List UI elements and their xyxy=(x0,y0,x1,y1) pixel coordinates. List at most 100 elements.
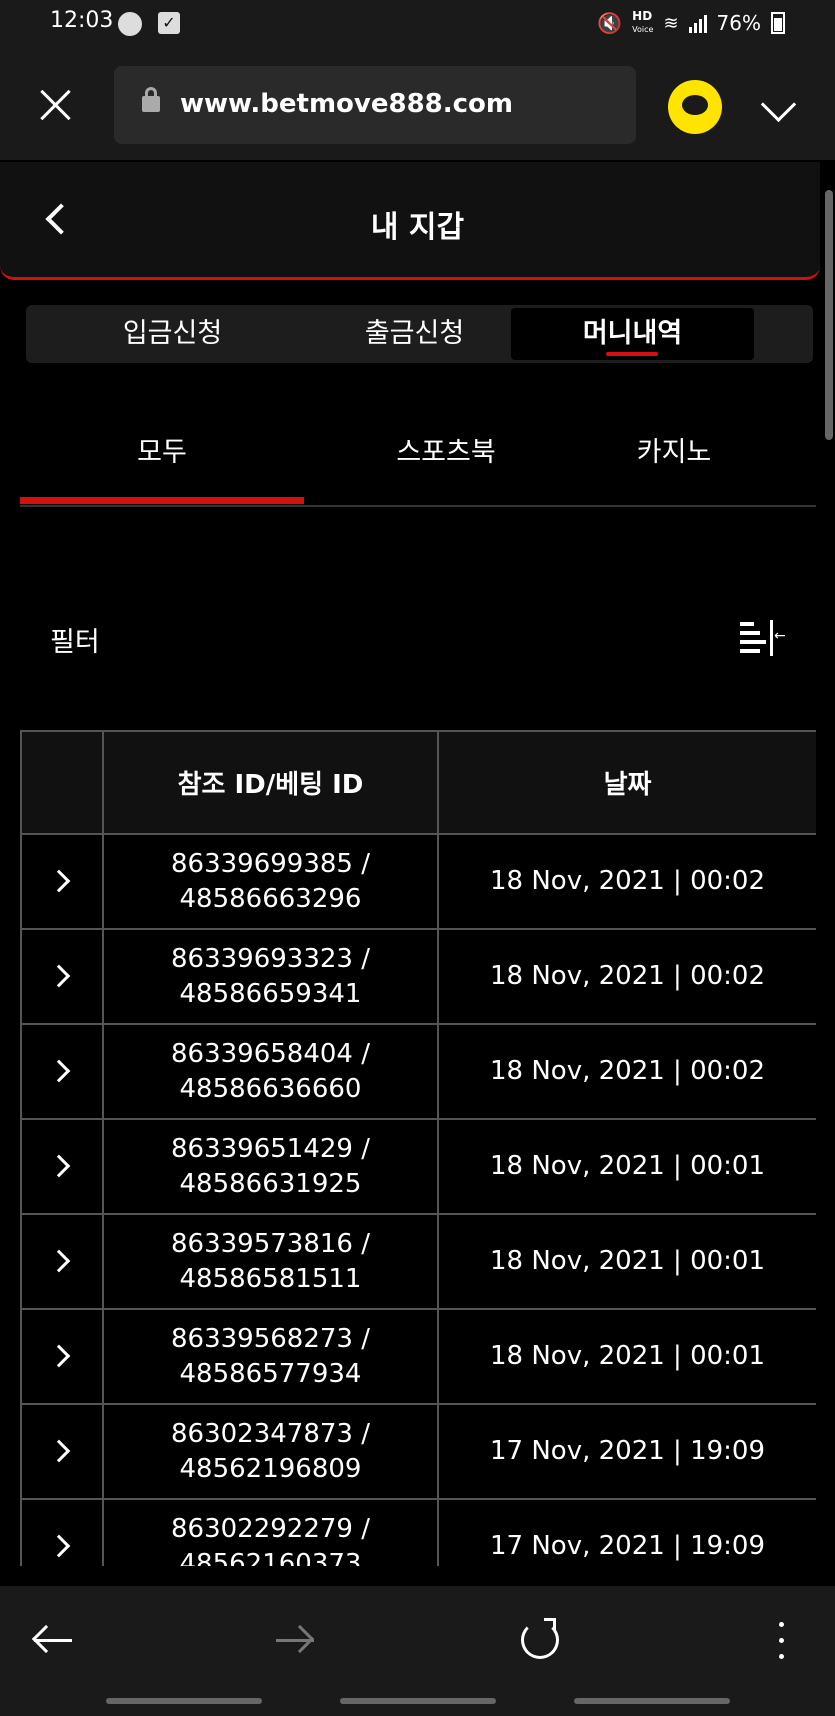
voice-label: Voice xyxy=(632,25,654,34)
page-title: 내 지갑 xyxy=(370,210,465,245)
chevron-right-icon[interactable] xyxy=(47,869,71,893)
page-header: 내 지갑 xyxy=(0,162,820,280)
row-expand[interactable] xyxy=(20,1213,104,1310)
bet-id: 48586631925 xyxy=(179,1168,362,1199)
subtab-active-indicator xyxy=(20,497,304,504)
row-expand[interactable] xyxy=(20,1403,104,1500)
gesture-bar-center xyxy=(340,1698,496,1704)
table-header-row: 참조 ID/베팅 ID 날짜 xyxy=(20,730,816,835)
url-text: www.betmove888.com xyxy=(180,89,513,119)
wifi-icon: ≋ xyxy=(663,12,679,34)
row-date: 17 Nov, 2021 | 19:09 xyxy=(437,1498,816,1566)
ref-id: 86339658404 / xyxy=(171,1038,370,1069)
reload-icon[interactable] xyxy=(516,1616,566,1666)
header-date: 날짜 xyxy=(437,730,816,835)
battery-percent: 76% xyxy=(716,11,761,35)
row-ids: 86302347873 / 48562196809 xyxy=(102,1403,439,1500)
row-expand[interactable] xyxy=(20,1498,104,1566)
status-icons: 🔇 HD Voice ≋ 76% xyxy=(597,10,785,36)
row-date: 18 Nov, 2021 | 00:01 xyxy=(437,1118,816,1215)
signal-icon xyxy=(688,13,707,33)
ref-id: 86339573816 / xyxy=(171,1228,370,1259)
history-table: 참조 ID/베팅 ID 날짜 86339699385 / 48586663296 … xyxy=(20,730,816,1566)
row-expand[interactable] xyxy=(20,1308,104,1405)
subtab-casino[interactable]: 카지노 xyxy=(532,430,816,469)
message-notification-icon xyxy=(118,12,142,36)
browser-toolbar: www.betmove888.com xyxy=(0,50,835,160)
table-row[interactable]: 86339693323 / 48586659341 18 Nov, 2021 | … xyxy=(20,928,816,1025)
nav-forward-icon[interactable] xyxy=(272,1616,322,1666)
row-expand[interactable] xyxy=(20,1023,104,1120)
row-expand[interactable] xyxy=(20,1118,104,1215)
row-ids: 86339568273 / 48586577934 xyxy=(102,1308,439,1405)
ref-id: 86339693323 / xyxy=(171,943,370,974)
table-row[interactable]: 86339573816 / 48586581511 18 Nov, 2021 | … xyxy=(20,1213,816,1310)
ref-id: 86339651429 / xyxy=(171,1133,370,1164)
row-expand[interactable] xyxy=(20,833,104,930)
table-row[interactable]: 86302347873 / 48562196809 17 Nov, 2021 | … xyxy=(20,1403,816,1500)
row-date: 17 Nov, 2021 | 19:09 xyxy=(437,1403,816,1500)
tab-deposit-request[interactable]: 입금신청 xyxy=(51,308,294,360)
row-ids: 86339651429 / 48586631925 xyxy=(102,1118,439,1215)
nav-back-icon[interactable] xyxy=(30,1616,80,1666)
table-row[interactable]: 86339651429 / 48586631925 18 Nov, 2021 | … xyxy=(20,1118,816,1215)
checkbox-notification-icon: ✓ xyxy=(158,12,180,34)
url-bar[interactable]: www.betmove888.com xyxy=(114,66,636,144)
more-vertical-icon[interactable] xyxy=(766,1616,796,1666)
kakao-chat-icon[interactable] xyxy=(668,80,722,134)
main-tabs: 입금신청 출금신청 머니내역 xyxy=(26,305,813,363)
hd-voice-icon: HD Voice xyxy=(632,10,653,36)
bet-id: 48562160373 xyxy=(179,1548,362,1567)
tab-withdraw-request[interactable]: 출금신청 xyxy=(293,308,536,360)
table-row[interactable]: 86339699385 / 48586663296 18 Nov, 2021 | … xyxy=(20,833,816,930)
row-date: 18 Nov, 2021 | 00:01 xyxy=(437,1213,816,1310)
gesture-bar-right xyxy=(574,1698,730,1704)
ref-id: 86339568273 / xyxy=(171,1323,370,1354)
ref-id: 86302292279 / xyxy=(171,1513,370,1544)
bet-id: 48562196809 xyxy=(179,1453,362,1484)
chevron-right-icon[interactable] xyxy=(47,964,71,988)
table-row[interactable]: 86339658404 / 48586636660 18 Nov, 2021 | … xyxy=(20,1023,816,1120)
row-ids: 86339699385 / 48586663296 xyxy=(102,833,439,930)
row-ids: 86339693323 / 48586659341 xyxy=(102,928,439,1025)
row-expand[interactable] xyxy=(20,928,104,1025)
chevron-right-icon[interactable] xyxy=(47,1249,71,1273)
row-ids: 86339658404 / 48586636660 xyxy=(102,1023,439,1120)
battery-icon xyxy=(771,12,785,34)
subtab-all[interactable]: 모두 xyxy=(20,430,304,469)
mute-icon: 🔇 xyxy=(597,11,623,35)
chevron-right-icon[interactable] xyxy=(47,1534,71,1558)
close-icon[interactable] xyxy=(36,85,76,125)
row-date: 18 Nov, 2021 | 00:02 xyxy=(437,928,816,1025)
filter-label: 필터 xyxy=(50,627,100,658)
bet-id: 48586659341 xyxy=(179,978,362,1009)
scrollbar[interactable] xyxy=(825,190,833,440)
gesture-bar-left xyxy=(106,1698,262,1704)
chevron-right-icon[interactable] xyxy=(47,1059,71,1083)
row-ids: 86302292279 / 48562160373 xyxy=(102,1498,439,1567)
browser-bottom-nav xyxy=(0,1586,835,1716)
header-ref-id: 참조 ID/베팅 ID xyxy=(102,730,439,835)
sub-tabs: 모두 스포츠북 카지노 xyxy=(20,400,816,507)
chevron-right-icon[interactable] xyxy=(47,1439,71,1463)
status-bar: 12:03 ✓ 🔇 HD Voice ≋ 76% xyxy=(0,0,835,50)
table-row[interactable]: 86339568273 / 48586577934 18 Nov, 2021 | … xyxy=(20,1308,816,1405)
row-ids: 86339573816 / 48586581511 xyxy=(102,1213,439,1310)
ref-id: 86339699385 / xyxy=(171,848,370,879)
bet-id: 48586663296 xyxy=(179,883,362,914)
ref-id: 86302347873 / xyxy=(171,1418,370,1449)
row-date: 18 Nov, 2021 | 00:01 xyxy=(437,1308,816,1405)
chevron-right-icon[interactable] xyxy=(47,1344,71,1368)
chevron-down-icon[interactable] xyxy=(760,90,796,126)
chevron-right-icon[interactable] xyxy=(47,1154,71,1178)
bet-id: 48586636660 xyxy=(179,1073,362,1104)
hd-label: HD xyxy=(632,9,653,23)
bet-id: 48586577934 xyxy=(179,1358,362,1389)
bet-id: 48586581511 xyxy=(179,1263,362,1294)
header-expand xyxy=(20,730,104,835)
table-row[interactable]: 86302292279 / 48562160373 17 Nov, 2021 | … xyxy=(20,1498,816,1567)
tab-money-history[interactable]: 머니내역 xyxy=(511,308,754,360)
filter-icon[interactable]: ← xyxy=(740,620,786,656)
status-time: 12:03 xyxy=(50,8,114,33)
row-date: 18 Nov, 2021 | 00:02 xyxy=(437,1023,816,1120)
